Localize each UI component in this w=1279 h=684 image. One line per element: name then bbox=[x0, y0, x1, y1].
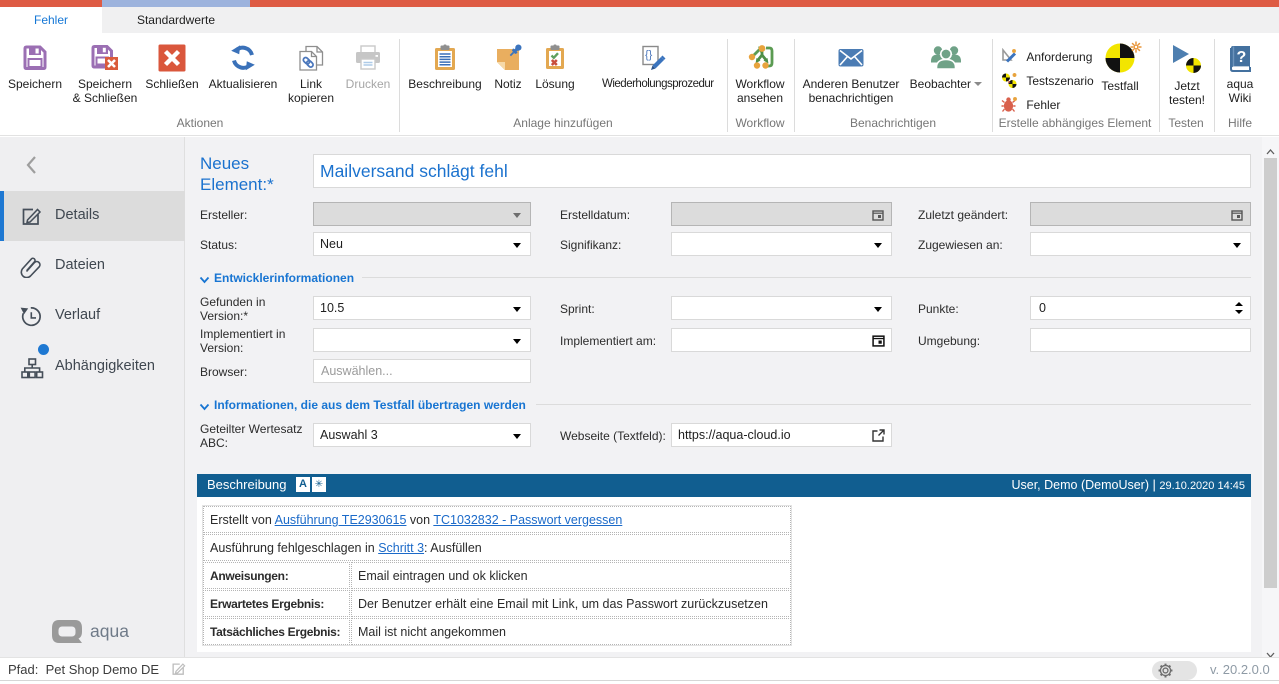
svg-text:{}: {} bbox=[645, 49, 653, 61]
svg-text:?: ? bbox=[1237, 49, 1247, 66]
